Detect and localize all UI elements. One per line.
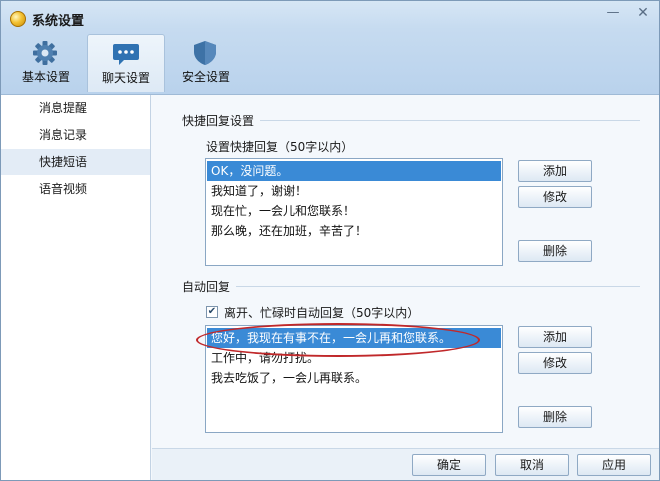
footer-bar: 确定 取消 应用 — [152, 448, 659, 480]
quick-reply-add-button[interactable]: 添加 — [518, 160, 592, 182]
chat-bubble-icon — [113, 44, 139, 65]
sidebar-item-message-alert[interactable]: 消息提醒 — [1, 95, 150, 121]
tab-security-settings[interactable]: 安全设置 — [167, 34, 245, 92]
tab-chat-settings[interactable]: 聊天设置 — [87, 34, 165, 92]
list-item[interactable]: 现在忙，一会儿和您联系！ — [207, 201, 501, 221]
list-item[interactable]: 我知道了，谢谢！ — [207, 181, 501, 201]
quick-reply-delete-button[interactable]: 删除 — [518, 240, 592, 262]
quick-reply-section-title: 快捷回复设置 — [182, 114, 255, 128]
quick-reply-edit-button[interactable]: 修改 — [518, 186, 592, 208]
sidebar-item-label: 消息提醒 — [39, 101, 88, 115]
close-button[interactable]: ✕ — [632, 5, 654, 21]
tab-chat-settings-label: 聊天设置 — [101, 71, 150, 85]
auto-reply-list[interactable]: 您好，我现在有事不在，一会儿再和您联系。 工作中，请勿打扰。 我去吃饭了，一会儿… — [205, 325, 503, 433]
sidebar-item-voice-video[interactable]: 语音视频 — [1, 176, 150, 202]
window-title: 系统设置 — [32, 14, 85, 29]
section-divider — [260, 120, 640, 121]
list-item[interactable]: OK，没问题。 — [207, 161, 501, 181]
list-item[interactable]: 您好，我现在有事不在，一会儿再和您联系。 — [207, 328, 501, 348]
sidebar-item-quick-phrases[interactable]: 快捷短语 — [1, 149, 150, 175]
list-item[interactable]: 我去吃饭了，一会儿再联系。 — [207, 368, 501, 388]
tab-security-settings-label: 安全设置 — [181, 70, 230, 84]
list-item[interactable]: 那么晚，还在加班，辛苦了！ — [207, 221, 501, 241]
ok-button[interactable]: 确定 — [412, 454, 486, 476]
auto-reply-checkbox-label: 离开、忙碌时自动回复（50字以内） — [224, 306, 420, 320]
cancel-button[interactable]: 取消 — [495, 454, 569, 476]
main-panel: 快捷回复设置 设置快捷回复（50字以内） OK，没问题。 我知道了，谢谢！ 现在… — [152, 95, 659, 448]
auto-reply-add-button[interactable]: 添加 — [518, 326, 592, 348]
minimize-button[interactable]: — — [602, 5, 624, 21]
sidebar-item-label: 语音视频 — [39, 182, 88, 196]
sidebar-item-message-history[interactable]: 消息记录 — [1, 122, 150, 148]
auto-reply-delete-button[interactable]: 删除 — [518, 406, 592, 428]
window-header: 系统设置 — ✕ 基本设置 聊天设置 安全设置 — [1, 1, 659, 95]
quick-reply-list[interactable]: OK，没问题。 我知道了，谢谢！ 现在忙，一会儿和您联系！ 那么晚，还在加班，辛… — [205, 158, 503, 266]
section-divider — [236, 286, 640, 287]
sidebar-item-label: 消息记录 — [39, 128, 88, 142]
tab-basic-settings-label: 基本设置 — [21, 70, 70, 84]
auto-reply-section-title: 自动回复 — [182, 280, 231, 294]
gear-icon — [33, 41, 57, 65]
sidebar-item-label: 快捷短语 — [39, 155, 88, 169]
app-logo-icon — [10, 11, 26, 27]
sidebar: 消息提醒 消息记录 快捷短语 语音视频 — [1, 95, 151, 480]
quick-reply-sub-label: 设置快捷回复（50字以内） — [206, 140, 354, 154]
apply-button[interactable]: 应用 — [577, 454, 651, 476]
shield-icon — [194, 41, 216, 65]
settings-window: 系统设置 — ✕ 基本设置 聊天设置 安全设置 消息提醒 消息记录 快捷短语 语… — [0, 0, 660, 481]
tab-basic-settings[interactable]: 基本设置 — [7, 34, 85, 92]
list-item[interactable]: 工作中，请勿打扰。 — [207, 348, 501, 368]
auto-reply-checkbox[interactable]: ✔ — [206, 306, 218, 318]
auto-reply-edit-button[interactable]: 修改 — [518, 352, 592, 374]
